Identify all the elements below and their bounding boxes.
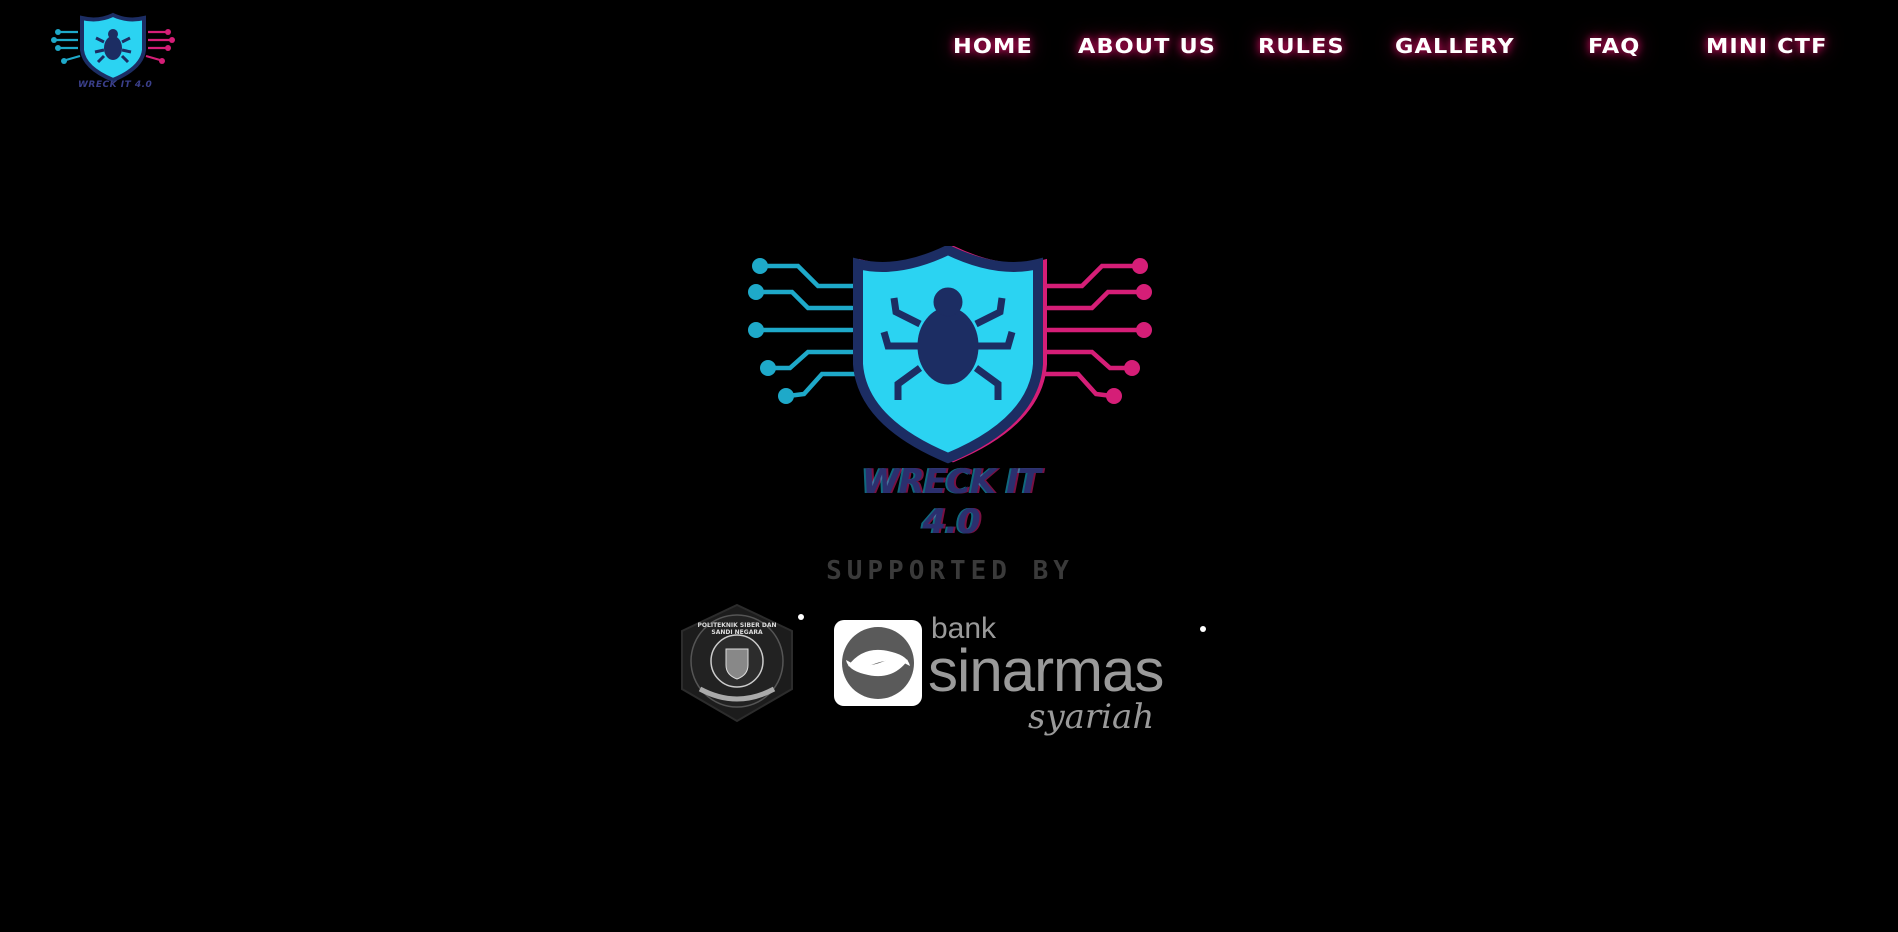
hero-title: WRECK IT 4.0	[862, 462, 1041, 542]
nav-mini-ctf[interactable]: MINI CTF	[1706, 34, 1827, 58]
seal-text: POLITEKNIK SIBER DAN SANDI NEGARA	[697, 622, 777, 636]
supported-by-label: SUPPORTED BY	[826, 556, 1074, 586]
bank-name[interactable]: sinarmas	[928, 636, 1164, 705]
page: WRECK IT 4.0 HOME ABOUT US RULES GALLERY…	[0, 0, 1898, 932]
nav-about-us[interactable]: ABOUT US	[1078, 34, 1216, 58]
nav-gallery[interactable]: GALLERY	[1395, 34, 1515, 58]
nav-faq[interactable]: FAQ	[1588, 34, 1640, 58]
bank-swirl-graphic	[842, 627, 914, 699]
decorative-dot	[798, 614, 804, 620]
hero-logo	[748, 246, 1152, 464]
nav-home[interactable]: HOME	[953, 34, 1033, 58]
nav-rules[interactable]: RULES	[1258, 34, 1345, 58]
main-nav: HOME ABOUT US RULES GALLERY FAQ MINI CTF	[0, 34, 1898, 64]
bank-swirl-icon[interactable]	[834, 620, 922, 706]
decorative-dot	[1200, 626, 1206, 632]
header-logo-text: WRECK IT 4.0	[78, 80, 153, 90]
university-seal-icon[interactable]	[676, 603, 798, 723]
bank-sub-label: syariah	[1028, 697, 1155, 737]
